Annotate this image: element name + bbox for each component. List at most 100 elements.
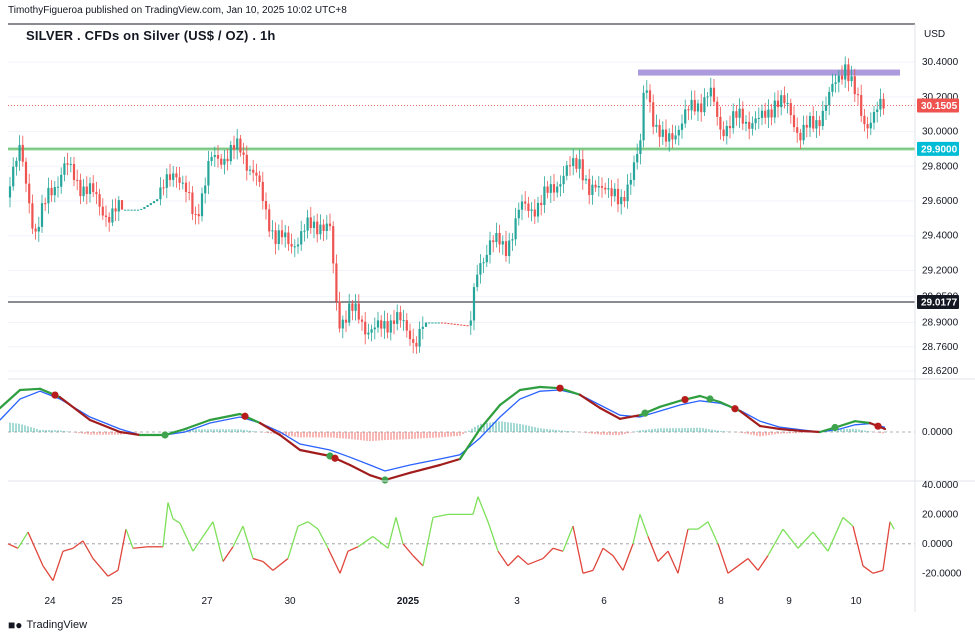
candle-body [181,182,184,184]
candle-body [296,244,300,247]
candle-body [8,186,12,198]
osc-segment [162,502,169,547]
candle-body [194,214,197,216]
osc-segment [72,540,84,549]
macd-fast-segment [348,463,372,477]
candle-body [104,215,108,217]
candle-body [264,201,268,210]
candle-body [50,187,53,196]
osc-segment [347,546,359,552]
candle-body [418,328,421,347]
candle-body [456,324,460,326]
candle-body [162,187,165,189]
candle-body [575,158,578,169]
osc-segment [842,516,854,527]
osc-segment [477,496,489,522]
osc-segment [212,521,224,562]
candle-body [60,174,63,187]
cross-up-dot [161,431,169,439]
macd-fast-segment [88,418,122,434]
candle-body [405,320,408,331]
candle-body [767,109,770,118]
macd-fast-segment [18,387,42,392]
candle-body [127,209,130,211]
osc-segment [339,550,349,574]
candle-body [594,184,597,188]
cross-up-dot [381,476,389,484]
candle-body [130,209,133,211]
candle-body [344,319,348,323]
time-tick-label: 6 [601,596,607,607]
osc-segment [612,555,624,571]
candle-body [680,123,684,130]
candle-body [255,172,258,176]
price-tick-label: 29.8000 [922,161,959,172]
candle-body [117,200,120,212]
candle-body [290,244,293,247]
osc-segment [327,547,341,574]
footer-brand[interactable]: ■● TradingView [8,618,87,632]
osc-segment [647,536,659,562]
osc-segment [432,513,449,518]
candle-body [66,163,69,165]
candle-body [853,76,856,95]
macd-fast-segment [118,430,142,437]
candle-body [172,173,175,180]
candle-body [559,184,562,187]
candle-body [284,232,287,238]
candle-body [639,140,642,155]
candle-body [738,108,741,118]
candle-body [629,179,632,185]
time-tick-label: 25 [111,596,123,607]
candle-body [655,124,658,127]
candle-body [136,209,140,211]
osc-segment [422,517,434,567]
candle-body [488,240,492,255]
candle-body [98,194,101,207]
osc-segment [582,569,594,574]
candle-body [280,230,284,238]
candle-body [252,169,255,173]
osc-segment [592,547,604,571]
osc-segment [17,531,29,549]
candle-body [444,322,447,324]
cross-down-dot [874,422,882,430]
candle-body [34,228,37,232]
candle-body [21,144,24,162]
candle-body [376,320,380,328]
candle-body [120,200,124,210]
candle-body [527,203,530,211]
candle-body [482,262,485,264]
macd-fast-segment [738,409,762,428]
osc-segment [707,521,719,545]
candle-body [226,158,229,162]
candle-body [597,186,600,188]
candle-body [101,206,104,216]
candle-body [469,320,472,326]
candle-body [882,98,885,109]
candle-body [82,186,85,197]
candle-body [261,181,264,202]
candle-body [565,165,568,176]
candle-body [213,155,216,157]
candle-body [757,117,760,119]
cross-up-dot [831,423,839,432]
candle-body [114,208,117,212]
price-marker-label: 30.1505 [921,101,958,112]
candle-body [572,158,575,167]
candle-body [783,95,786,104]
cross-down-dot [731,405,739,413]
candle-body [220,158,223,165]
chart-canvas[interactable]: 28.620028.760028.900029.050029.200029.40… [0,0,975,639]
candle-body [271,230,274,232]
candle-body [866,124,869,129]
candle-body [223,158,226,165]
price-tick-label: 29.4000 [922,231,959,242]
candle-body [652,102,655,127]
candle-body [504,241,508,256]
cross-down-dot [681,396,689,404]
candle-body [725,125,728,137]
candle-body [776,100,780,108]
candle-body [69,163,72,165]
osc-tick-label: 20.0000 [922,509,959,520]
